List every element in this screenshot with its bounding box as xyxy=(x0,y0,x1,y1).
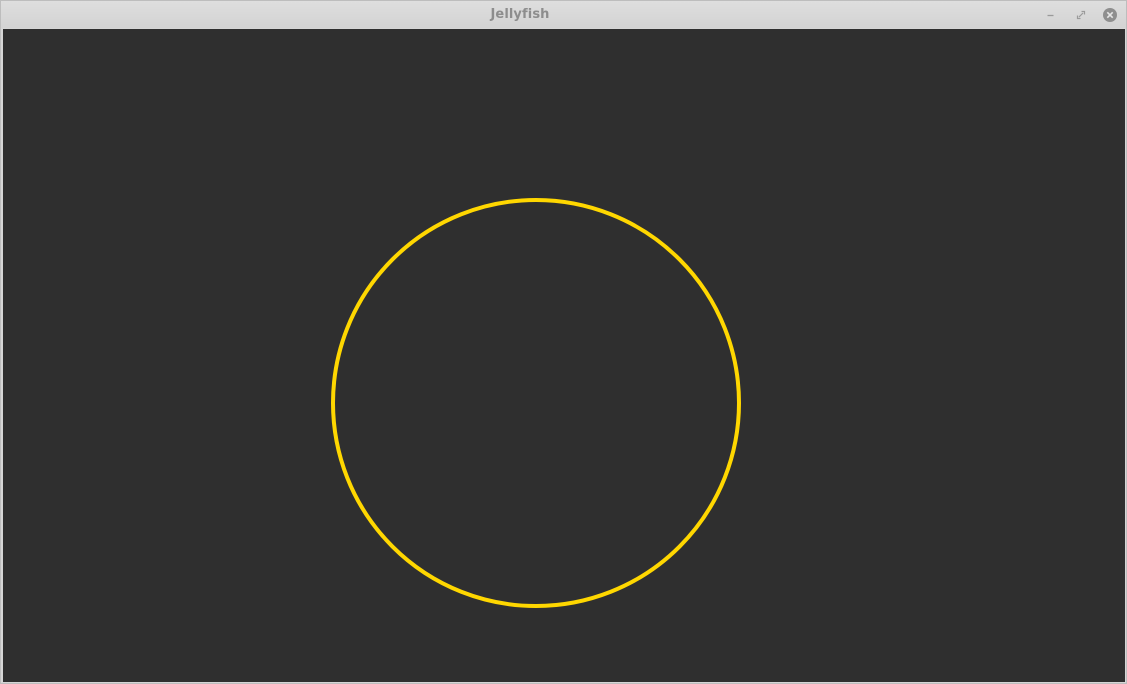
title-bar[interactable]: Jellyfish xyxy=(1,1,1126,28)
maximize-button[interactable] xyxy=(1073,7,1089,23)
close-icon xyxy=(1103,8,1117,22)
maximize-icon xyxy=(1076,10,1086,20)
minimize-button[interactable] xyxy=(1043,7,1059,23)
canvas-svg xyxy=(331,198,741,608)
close-button[interactable] xyxy=(1102,7,1118,23)
window-title: Jellyfish xyxy=(490,7,550,22)
yellow-circle xyxy=(331,198,741,608)
minimize-icon xyxy=(1047,14,1054,17)
drawing-canvas[interactable] xyxy=(3,29,1125,682)
app-window: Jellyfish xyxy=(0,0,1127,684)
